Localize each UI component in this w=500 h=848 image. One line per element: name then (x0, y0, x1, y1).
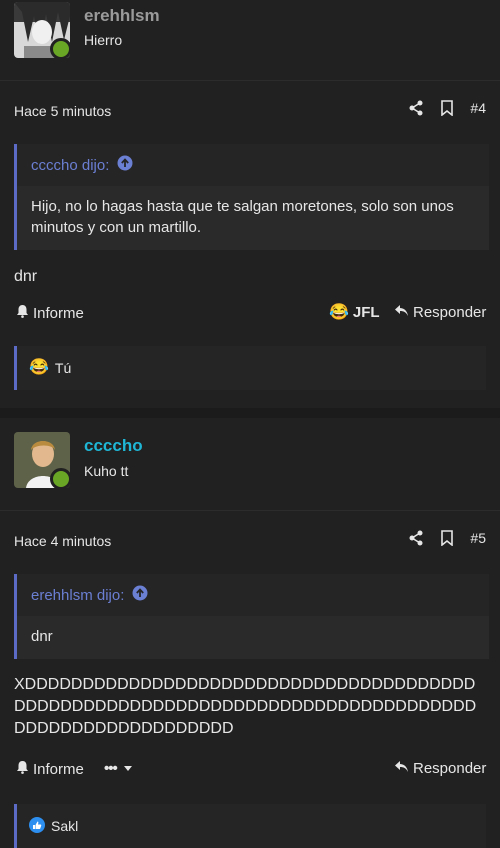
reactions-summary[interactable]: 😂 Tú (14, 346, 486, 390)
bookmark-icon[interactable] (440, 100, 454, 116)
share-icon[interactable] (408, 530, 424, 546)
post-author-row: erehhlsm Hierro (0, 0, 500, 72)
report-label: Informe (33, 760, 84, 778)
username[interactable]: erehhlsm (84, 6, 160, 26)
quote-author[interactable]: ccccho dijo: (31, 157, 109, 174)
quote-block: ccccho dijo: Hijo, no lo hagas hasta que… (14, 144, 489, 250)
post-actions: Informe 😂 JFL Responder (0, 304, 500, 332)
reactions-summary[interactable]: Sakl (14, 804, 486, 848)
username[interactable]: ccccho (84, 436, 143, 456)
reply-button[interactable]: Responder (394, 304, 486, 321)
divider (0, 80, 500, 81)
post-actions: Informe ••• Responder (0, 760, 500, 788)
avatar[interactable] (14, 432, 70, 488)
more-label: ••• (104, 760, 118, 777)
bell-icon (16, 760, 29, 778)
caret-down-icon (123, 760, 133, 777)
reply-icon (394, 304, 409, 321)
online-indicator (50, 468, 70, 488)
quote-text: Hijo, no lo hagas hasta que te salgan mo… (17, 186, 489, 250)
post-meta: Hace 5 minutos #4 (0, 96, 500, 128)
bookmark-icon[interactable] (440, 530, 454, 546)
divider (0, 510, 500, 511)
bell-icon (16, 304, 29, 322)
reactions-users: Sakl (51, 818, 79, 834)
more-options-button[interactable]: ••• (104, 760, 133, 777)
post-body: XDDDDDDDDDDDDDDDDDDDDDDDDDDDDDDDDDDDDDDD… (14, 676, 477, 737)
quote-author[interactable]: erehhlsm dijo: (31, 587, 124, 604)
online-indicator (50, 38, 70, 58)
reactions-users: Tú (54, 360, 72, 376)
post-body: dnr (14, 268, 38, 285)
user-title: Kuho tt (84, 463, 129, 479)
quote-header[interactable]: erehhlsm dijo: (17, 574, 489, 616)
arrow-up-circle-icon[interactable] (117, 155, 133, 175)
quote-text: dnr (17, 616, 489, 659)
arrow-up-circle-icon[interactable] (132, 585, 148, 605)
reaction-button[interactable]: 😂 JFL (329, 304, 380, 321)
reaction-label: JFL (352, 304, 380, 321)
reply-icon (394, 760, 409, 777)
user-title: Hierro (84, 32, 123, 48)
post-number[interactable]: #5 (470, 530, 486, 546)
report-label: Informe (33, 304, 84, 322)
post-time[interactable]: Hace 4 minutos (14, 533, 111, 549)
share-icon[interactable] (408, 100, 424, 116)
quote-block: erehhlsm dijo: dnr (14, 574, 489, 659)
report-button[interactable]: Informe (16, 760, 84, 778)
reply-button[interactable]: Responder (394, 760, 486, 777)
post-number[interactable]: #4 (470, 100, 486, 116)
report-button[interactable]: Informe (16, 304, 84, 322)
laughing-emoji: 😂 (329, 303, 349, 321)
laughing-emoji: 😂 (29, 359, 49, 376)
avatar[interactable] (14, 2, 70, 58)
like-emoji (29, 816, 45, 836)
post-meta: Hace 4 minutos #5 (0, 526, 500, 558)
post-4: erehhlsm Hierro Hace 5 minutos #4 ccccho… (0, 0, 500, 408)
post-5: ccccho Kuho tt Hace 4 minutos #5 erehhls… (0, 418, 500, 848)
quote-header[interactable]: ccccho dijo: (17, 144, 489, 186)
post-time[interactable]: Hace 5 minutos (14, 103, 111, 119)
reply-label: Responder (413, 304, 487, 321)
post-author-row: ccccho Kuho tt (0, 418, 500, 498)
reply-label: Responder (413, 760, 487, 777)
